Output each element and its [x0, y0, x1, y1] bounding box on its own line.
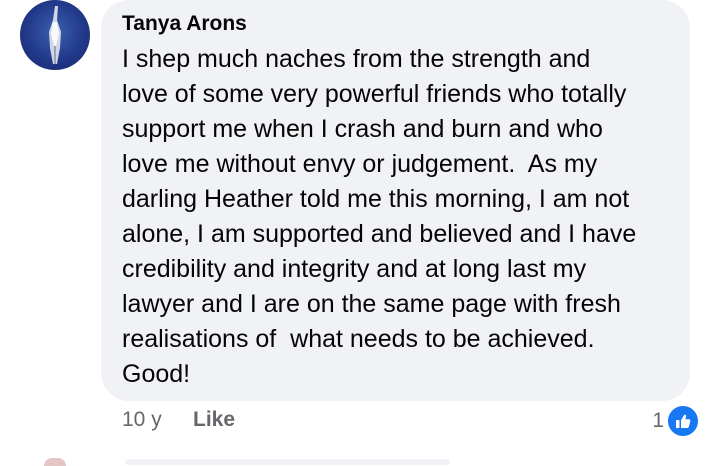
user-avatar-icon	[49, 6, 61, 64]
comment-line: I shep much naches from the strength and	[122, 45, 591, 73]
comment-line: credibility and integrity and at long la…	[122, 255, 587, 283]
comment-line: lawyer and I are on the same page with f…	[122, 290, 621, 318]
thumbs-up-icon	[666, 404, 700, 438]
next-comment-avatar	[44, 458, 66, 466]
comment-timestamp[interactable]: 10 y	[122, 408, 162, 432]
reaction-summary[interactable]: 1	[652, 404, 700, 438]
comment-line: realisations of what needs to be achieve…	[122, 325, 595, 353]
comment-line: support me when I crash and burn and who	[122, 115, 603, 143]
comment-line: love of some very powerful friends who t…	[122, 80, 627, 108]
avatar[interactable]	[20, 0, 90, 70]
comment-line: love me without envy or judgement. As my	[122, 150, 598, 178]
comment-line: darling Heather told me this morning, I …	[122, 185, 630, 213]
comment-body: I shep much naches from the strength and…	[122, 42, 682, 392]
comment-line: Good!	[122, 360, 191, 388]
next-comment-bubble	[125, 459, 450, 465]
comment-line: alone, I am supported and believed and I…	[122, 220, 637, 248]
comment-author[interactable]: Tanya Arons	[122, 12, 247, 36]
like-button[interactable]: Like	[193, 408, 235, 432]
reaction-count: 1	[652, 409, 664, 432]
